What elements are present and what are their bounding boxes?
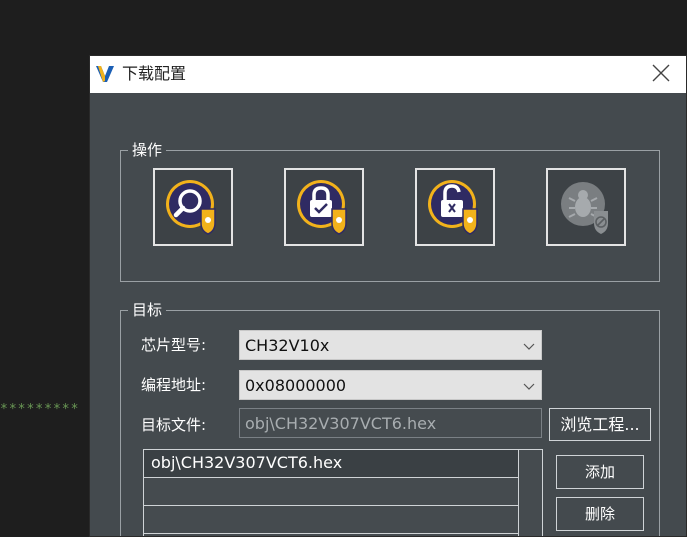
list-item[interactable]: obj\CH32V307VCT6.hex — [144, 450, 518, 478]
chip-model-value: CH32V10x — [245, 336, 330, 355]
chevron-down-icon — [523, 383, 535, 390]
query-button[interactable] — [153, 168, 233, 246]
debug-button[interactable] — [546, 168, 626, 246]
chevron-down-icon — [523, 343, 535, 350]
list-item[interactable] — [144, 478, 518, 506]
dialog-title: 下载配置 — [122, 64, 187, 83]
operations-legend: 操作 — [128, 140, 167, 160]
target-group: 目标 芯片型号: CH32V10x 编程地址: 0x08000000 目标文件:… — [120, 300, 660, 536]
delete-button[interactable]: 删除 — [556, 497, 644, 531]
list-column-divider — [518, 450, 519, 536]
bug-disabled-icon — [561, 182, 608, 234]
close-icon[interactable] — [650, 62, 672, 84]
download-config-dialog: 下载配置 操作 目标 芯片型号: CH32V10x 编程地址: 0x080000… — [89, 55, 687, 537]
unlock-icon — [428, 180, 478, 235]
chip-model-select[interactable]: CH32V10x — [239, 330, 542, 360]
browse-project-button[interactable]: 浏览工程... — [549, 408, 651, 441]
target-file-label: 目标文件: — [141, 416, 207, 434]
magnifier-icon — [166, 180, 216, 235]
unprotect-button[interactable] — [415, 168, 495, 246]
add-button[interactable]: 添加 — [556, 455, 644, 489]
operations-group: 操作 — [120, 140, 660, 282]
lock-check-icon — [297, 180, 347, 235]
target-file-list[interactable]: obj\CH32V307VCT6.hex — [143, 449, 543, 536]
target-file-value: obj\CH32V307VCT6.hex — [245, 414, 437, 433]
chip-model-label: 芯片型号: — [141, 336, 207, 354]
program-address-value: 0x08000000 — [245, 376, 347, 395]
program-address-select[interactable]: 0x08000000 — [239, 370, 542, 400]
target-file-field[interactable]: obj\CH32V307VCT6.hex — [239, 408, 542, 438]
background-editor-text: ********* — [0, 402, 80, 417]
app-logo-icon — [95, 64, 115, 84]
list-item[interactable] — [144, 506, 518, 534]
protect-button[interactable] — [284, 168, 364, 246]
program-address-label: 编程地址: — [141, 376, 207, 394]
title-bar[interactable]: 下载配置 — [90, 56, 686, 93]
target-legend: 目标 — [128, 300, 167, 320]
